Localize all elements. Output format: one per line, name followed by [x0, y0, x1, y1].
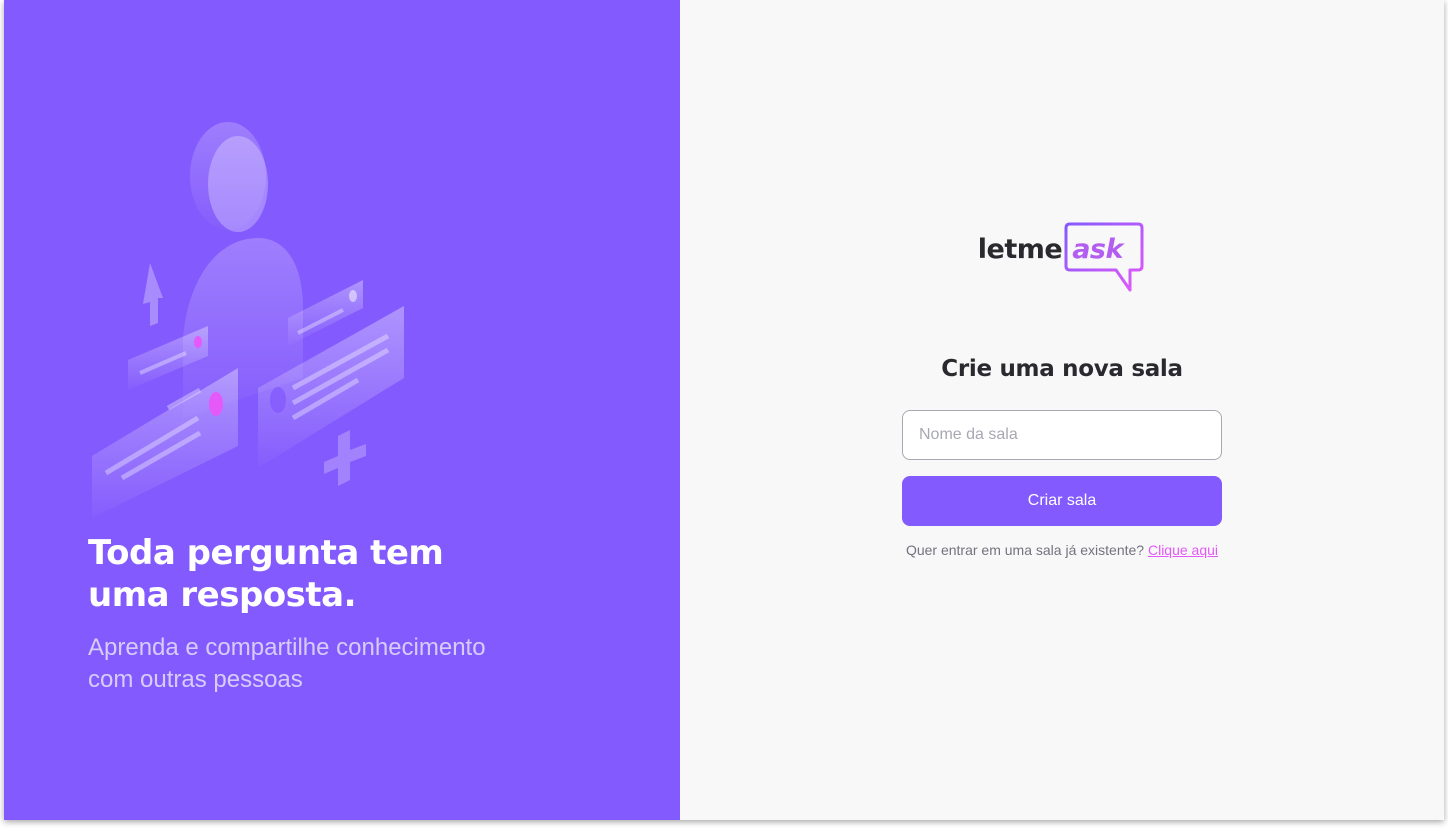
speech-bubble-icon: ask [1064, 220, 1146, 298]
join-room-prompt: Quer entrar em uma sala já existente? Cl… [906, 542, 1218, 558]
room-name-input[interactable] [902, 410, 1222, 460]
hero-subtitle: Aprenda e compartilhe conhecimento com o… [88, 634, 486, 693]
hero-aside: Toda pergunta tem uma resposta. Aprenda … [4, 0, 680, 820]
logo: letme ask [978, 220, 1146, 300]
create-room-form: letme ask Crie uma nova sala Nome da sal… [902, 220, 1222, 572]
illustration-graphic [92, 122, 404, 518]
qa-illustration [88, 118, 408, 518]
hero-title: Toda pergunta tem uma resposta. [88, 533, 444, 615]
logo-text: letme [977, 234, 1063, 265]
logo-accent-text: ask [1072, 234, 1123, 265]
main-panel: letme ask Crie uma nova sala Nome da sal… [680, 0, 1444, 820]
page-title: Crie uma nova sala [941, 356, 1183, 382]
join-room-link[interactable]: Clique aqui [1148, 542, 1218, 558]
app-window: Toda pergunta tem uma resposta. Aprenda … [4, 0, 1444, 820]
join-prompt-text: Quer entrar em uma sala já existente? [905, 542, 1145, 558]
create-room-button[interactable]: Criar sala [902, 476, 1222, 526]
